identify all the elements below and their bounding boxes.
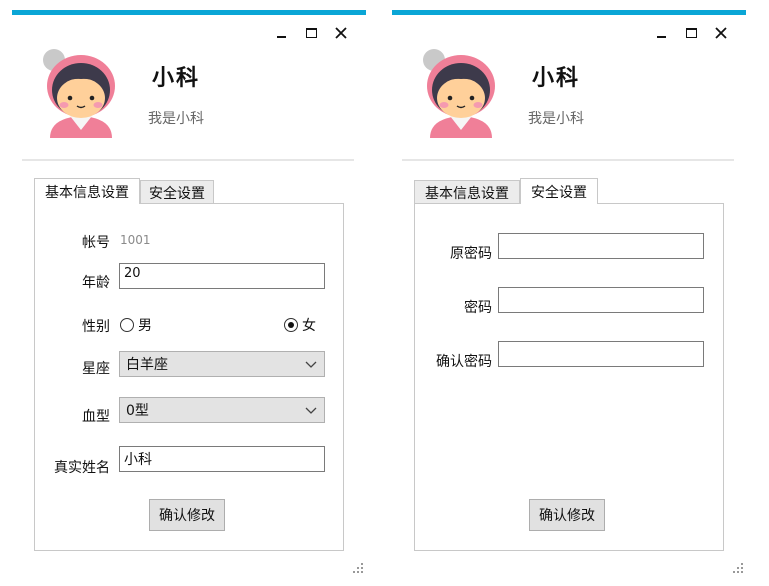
close-button[interactable]	[710, 22, 732, 44]
old-password-label: 原密码	[450, 246, 492, 262]
minimize-icon	[656, 36, 666, 38]
gender-label: 性别	[82, 319, 110, 335]
old-password-field[interactable]	[498, 233, 704, 259]
close-icon	[335, 27, 347, 39]
gender-male-label: 男	[138, 318, 152, 334]
chevron-down-icon	[305, 361, 317, 368]
signature: 我是小科	[528, 111, 584, 127]
chevron-down-icon	[305, 407, 317, 414]
tab-basic-info[interactable]: 基本信息设置	[34, 178, 140, 204]
password-label: 密码	[464, 300, 492, 316]
tab-security[interactable]: 安全设置	[140, 180, 214, 204]
minimize-icon	[276, 36, 286, 38]
gender-option-male[interactable]: 男	[120, 315, 152, 335]
account-value: 1001	[120, 233, 151, 247]
nickname: 小科	[532, 65, 581, 91]
minimize-button[interactable]	[650, 22, 672, 44]
confirm-button[interactable]: 确认修改	[149, 499, 225, 531]
avatar	[423, 49, 495, 138]
confirm-password-field[interactable]	[498, 341, 704, 367]
new-password-field[interactable]	[498, 287, 704, 313]
maximize-icon	[685, 28, 697, 38]
zodiac-label: 星座	[82, 361, 110, 377]
gender-option-female[interactable]: 女	[284, 315, 316, 335]
account-label: 帐号	[82, 235, 110, 251]
radio-male[interactable]	[120, 318, 134, 332]
avatar	[43, 49, 115, 138]
radio-female[interactable]	[284, 318, 298, 332]
profile-window-security: 小科 我是小科 基本信息设置 安全设置 原密码 密码 确认密码 确认修改	[392, 10, 746, 576]
resize-grip-icon[interactable]	[352, 562, 364, 574]
realname-label: 真实姓名	[54, 460, 110, 476]
title-accent-bar	[392, 10, 746, 15]
maximize-button[interactable]	[300, 22, 322, 44]
maximize-button[interactable]	[680, 22, 702, 44]
signature: 我是小科	[148, 111, 204, 127]
confirm-password-label: 确认密码	[436, 354, 492, 370]
title-accent-bar	[12, 10, 366, 15]
maximize-icon	[305, 28, 317, 38]
tab-security[interactable]: 安全设置	[520, 178, 598, 204]
header-divider	[402, 159, 734, 161]
blood-type-value: 0型	[126, 403, 149, 419]
blood-type-select[interactable]: 0型	[119, 397, 325, 423]
zodiac-select[interactable]: 白羊座	[119, 351, 325, 377]
gender-female-label: 女	[302, 318, 316, 334]
nickname: 小科	[152, 65, 201, 91]
profile-window-basic: 小科 我是小科 基本信息设置 安全设置 帐号 1001 年龄 20 性别 男 女…	[12, 10, 366, 576]
age-label: 年龄	[82, 275, 110, 291]
close-icon	[715, 27, 727, 39]
confirm-button[interactable]: 确认修改	[529, 499, 605, 531]
close-button[interactable]	[330, 22, 352, 44]
age-field[interactable]: 20	[119, 263, 325, 289]
blood-label: 血型	[82, 409, 110, 425]
tab-basic-info[interactable]: 基本信息设置	[414, 180, 520, 204]
resize-grip-icon[interactable]	[732, 562, 744, 574]
realname-field[interactable]: 小科	[119, 446, 325, 472]
header-divider	[22, 159, 354, 161]
zodiac-value: 白羊座	[126, 357, 168, 373]
minimize-button[interactable]	[270, 22, 292, 44]
